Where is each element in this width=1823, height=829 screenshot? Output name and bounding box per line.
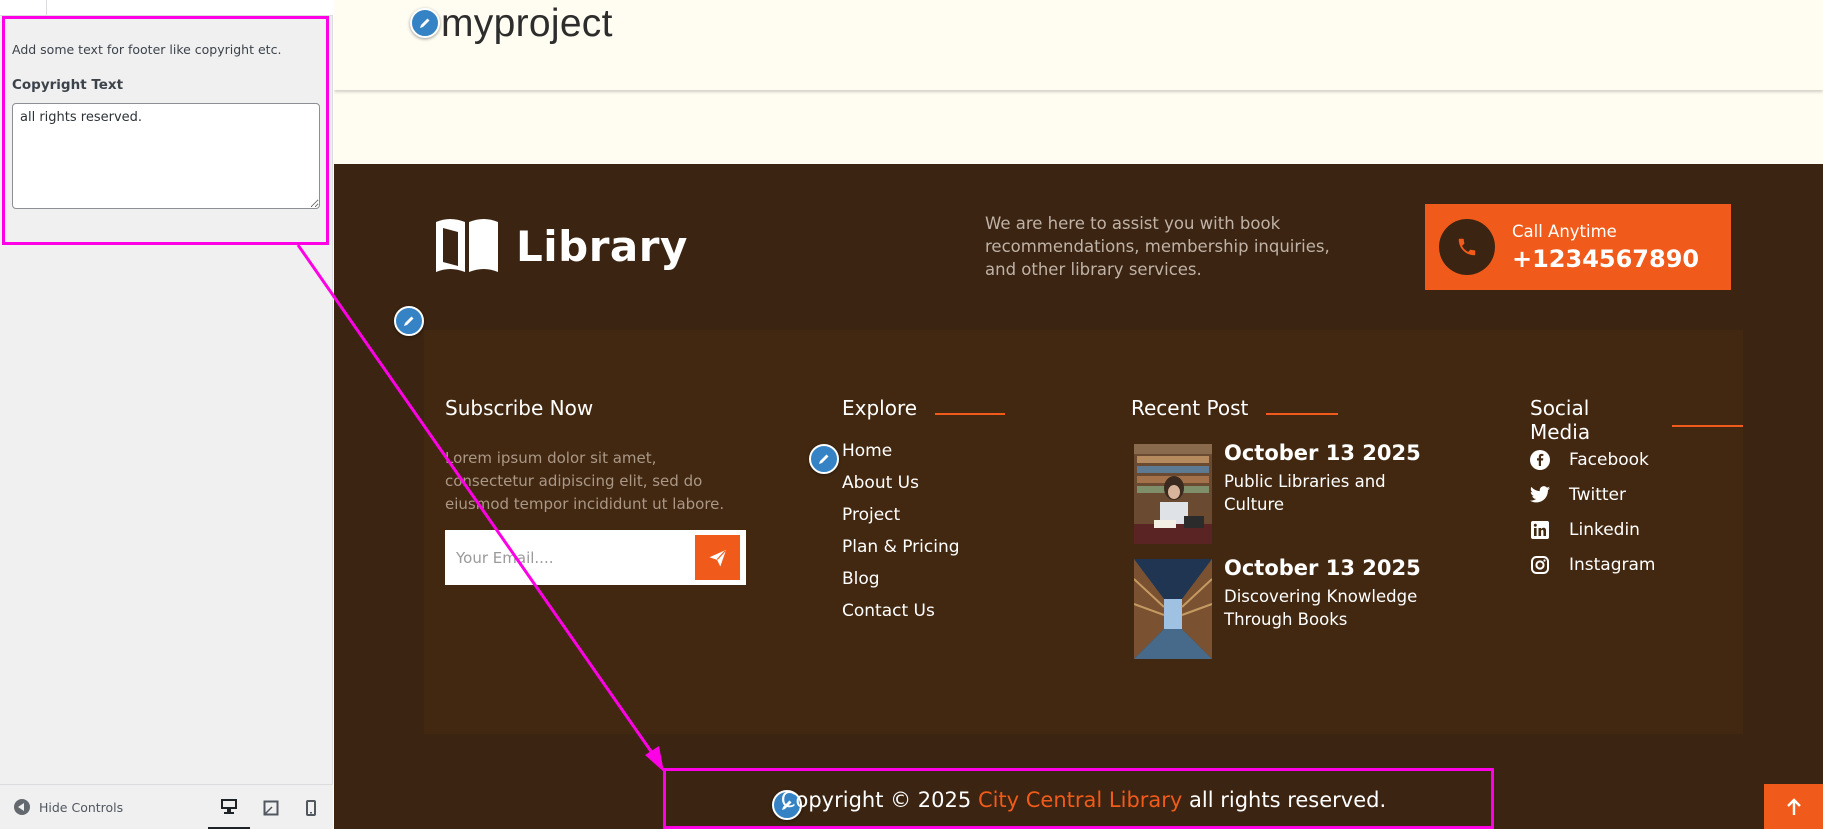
recent-post-title: Recent Post bbox=[1131, 396, 1339, 420]
social-media-title: Social Media bbox=[1530, 396, 1743, 444]
pencil-icon bbox=[819, 454, 829, 464]
pencil-icon bbox=[420, 18, 430, 28]
site-header: myproject bbox=[334, 0, 1823, 90]
social-link-instagram[interactable]: Instagram bbox=[1530, 547, 1656, 582]
library-aisle-image bbox=[1134, 559, 1212, 659]
footer-logo[interactable]: Library bbox=[434, 216, 688, 276]
subscribe-title: Subscribe Now bbox=[445, 396, 593, 420]
post-thumbnail-aisle[interactable] bbox=[1134, 559, 1212, 659]
social-link-twitter[interactable]: Twitter bbox=[1530, 477, 1656, 512]
copyright-bar: Copyright © 2025 City Central Library al… bbox=[334, 788, 1823, 812]
logo-text: Library bbox=[516, 221, 688, 271]
hide-controls-button[interactable]: Hide Controls bbox=[14, 799, 123, 815]
phone-circle bbox=[1439, 219, 1495, 275]
hide-controls-label: Hide Controls bbox=[39, 799, 124, 815]
customizer-sidebar: Add some text for footer like copyright … bbox=[0, 0, 333, 829]
desktop-icon bbox=[221, 799, 237, 814]
post-title[interactable]: Discovering Knowledge Through Books bbox=[1224, 585, 1424, 631]
copyright-suffix: all rights reserved. bbox=[1189, 788, 1387, 812]
footer-widgets: Subscribe Now Lorem ipsum dolor sit amet… bbox=[424, 330, 1743, 734]
call-anytime-box[interactable]: Call Anytime +1234567890 bbox=[1425, 204, 1731, 290]
section-description: Add some text for footer like copyright … bbox=[12, 42, 282, 57]
subscribe-form bbox=[445, 530, 746, 585]
explore-link-project[interactable]: Project bbox=[842, 505, 960, 537]
explore-title: Explore bbox=[842, 396, 1006, 420]
sidebar-top-strip bbox=[0, 0, 333, 16]
social-title-text: Social Media bbox=[1530, 396, 1591, 444]
social-label: Linkedin bbox=[1569, 519, 1640, 540]
title-underline bbox=[1672, 425, 1743, 427]
instagram-icon bbox=[1530, 555, 1550, 574]
social-links: Facebook Twitter Linkedin Instagram bbox=[1530, 442, 1656, 582]
library-reader-image bbox=[1134, 444, 1212, 544]
post-date: October 13 2025 bbox=[1224, 556, 1421, 580]
social-label: Twitter bbox=[1569, 484, 1626, 505]
paper-plane-icon bbox=[708, 549, 726, 566]
subscribe-text: Lorem ipsum dolor sit amet, consectetur … bbox=[445, 449, 725, 513]
linkedin-icon bbox=[1530, 520, 1550, 539]
pencil-icon bbox=[404, 316, 414, 326]
subscribe-send-button[interactable] bbox=[695, 535, 740, 580]
explore-link-pricing[interactable]: Plan & Pricing bbox=[842, 537, 960, 569]
explore-link-contact[interactable]: Contact Us bbox=[842, 601, 960, 633]
preview-tablet-button[interactable] bbox=[250, 785, 292, 829]
explore-link-home[interactable]: Home bbox=[842, 441, 960, 473]
arrow-up-icon bbox=[1786, 797, 1801, 815]
explore-link-about[interactable]: About Us bbox=[842, 473, 960, 505]
footer-assist-text: We are here to assist you with book reco… bbox=[985, 214, 1330, 279]
call-number[interactable]: +1234567890 bbox=[1512, 245, 1699, 273]
tablet-icon bbox=[263, 800, 279, 815]
facebook-icon bbox=[1530, 449, 1550, 470]
post-thumbnail-reader[interactable] bbox=[1134, 444, 1212, 544]
preview-desktop-button[interactable] bbox=[208, 785, 250, 829]
preview-mobile-button[interactable] bbox=[290, 785, 332, 829]
copyright-site-link[interactable]: City Central Library bbox=[978, 788, 1182, 812]
open-book-icon bbox=[436, 219, 498, 272]
edit-footer-widgets-button[interactable] bbox=[394, 306, 424, 336]
social-link-linkedin[interactable]: Linkedin bbox=[1530, 512, 1656, 547]
strip-divider bbox=[46, 0, 47, 16]
explore-link-blog[interactable]: Blog bbox=[842, 569, 960, 601]
post-title[interactable]: Public Libraries and Culture bbox=[1224, 470, 1424, 516]
site-title[interactable]: myproject bbox=[441, 2, 613, 46]
recent-post-item[interactable]: October 13 2025 Public Libraries and Cul… bbox=[1134, 441, 1434, 544]
social-link-facebook[interactable]: Facebook bbox=[1530, 442, 1656, 477]
sidebar-footer: Hide Controls bbox=[0, 784, 333, 829]
title-underline bbox=[1266, 413, 1339, 415]
title-underline bbox=[935, 413, 1006, 415]
call-info: Call Anytime +1234567890 bbox=[1512, 222, 1699, 273]
collapse-icon bbox=[14, 799, 30, 815]
explore-title-text: Explore bbox=[842, 396, 918, 420]
mobile-icon bbox=[306, 799, 316, 816]
social-label: Instagram bbox=[1569, 554, 1656, 575]
phone-icon bbox=[1458, 238, 1476, 256]
recent-post-item[interactable]: October 13 2025 Discovering Knowledge Th… bbox=[1134, 556, 1434, 659]
recent-post-title-text: Recent Post bbox=[1131, 396, 1249, 420]
email-input[interactable] bbox=[445, 530, 697, 585]
twitter-icon bbox=[1530, 486, 1550, 503]
copyright-text-field[interactable]: all rights reserved. bbox=[12, 103, 320, 209]
edit-menu-button[interactable] bbox=[809, 444, 839, 474]
call-label: Call Anytime bbox=[1512, 221, 1617, 241]
edit-site-title-button[interactable] bbox=[410, 8, 440, 38]
post-date: October 13 2025 bbox=[1224, 441, 1421, 465]
subscribe-title-text: Subscribe Now bbox=[445, 396, 594, 420]
scroll-to-top-button[interactable] bbox=[1764, 784, 1823, 829]
explore-menu: Home About Us Project Plan & Pricing Blo… bbox=[842, 441, 960, 633]
site-footer: Library We are here to assist you with b… bbox=[334, 164, 1823, 829]
copyright-field-label: Copyright Text bbox=[12, 77, 124, 93]
site-preview: myproject Library We are here to assist … bbox=[334, 0, 1823, 829]
social-label: Facebook bbox=[1569, 449, 1649, 470]
copyright-prefix: Copyright © 2025 bbox=[780, 788, 972, 812]
